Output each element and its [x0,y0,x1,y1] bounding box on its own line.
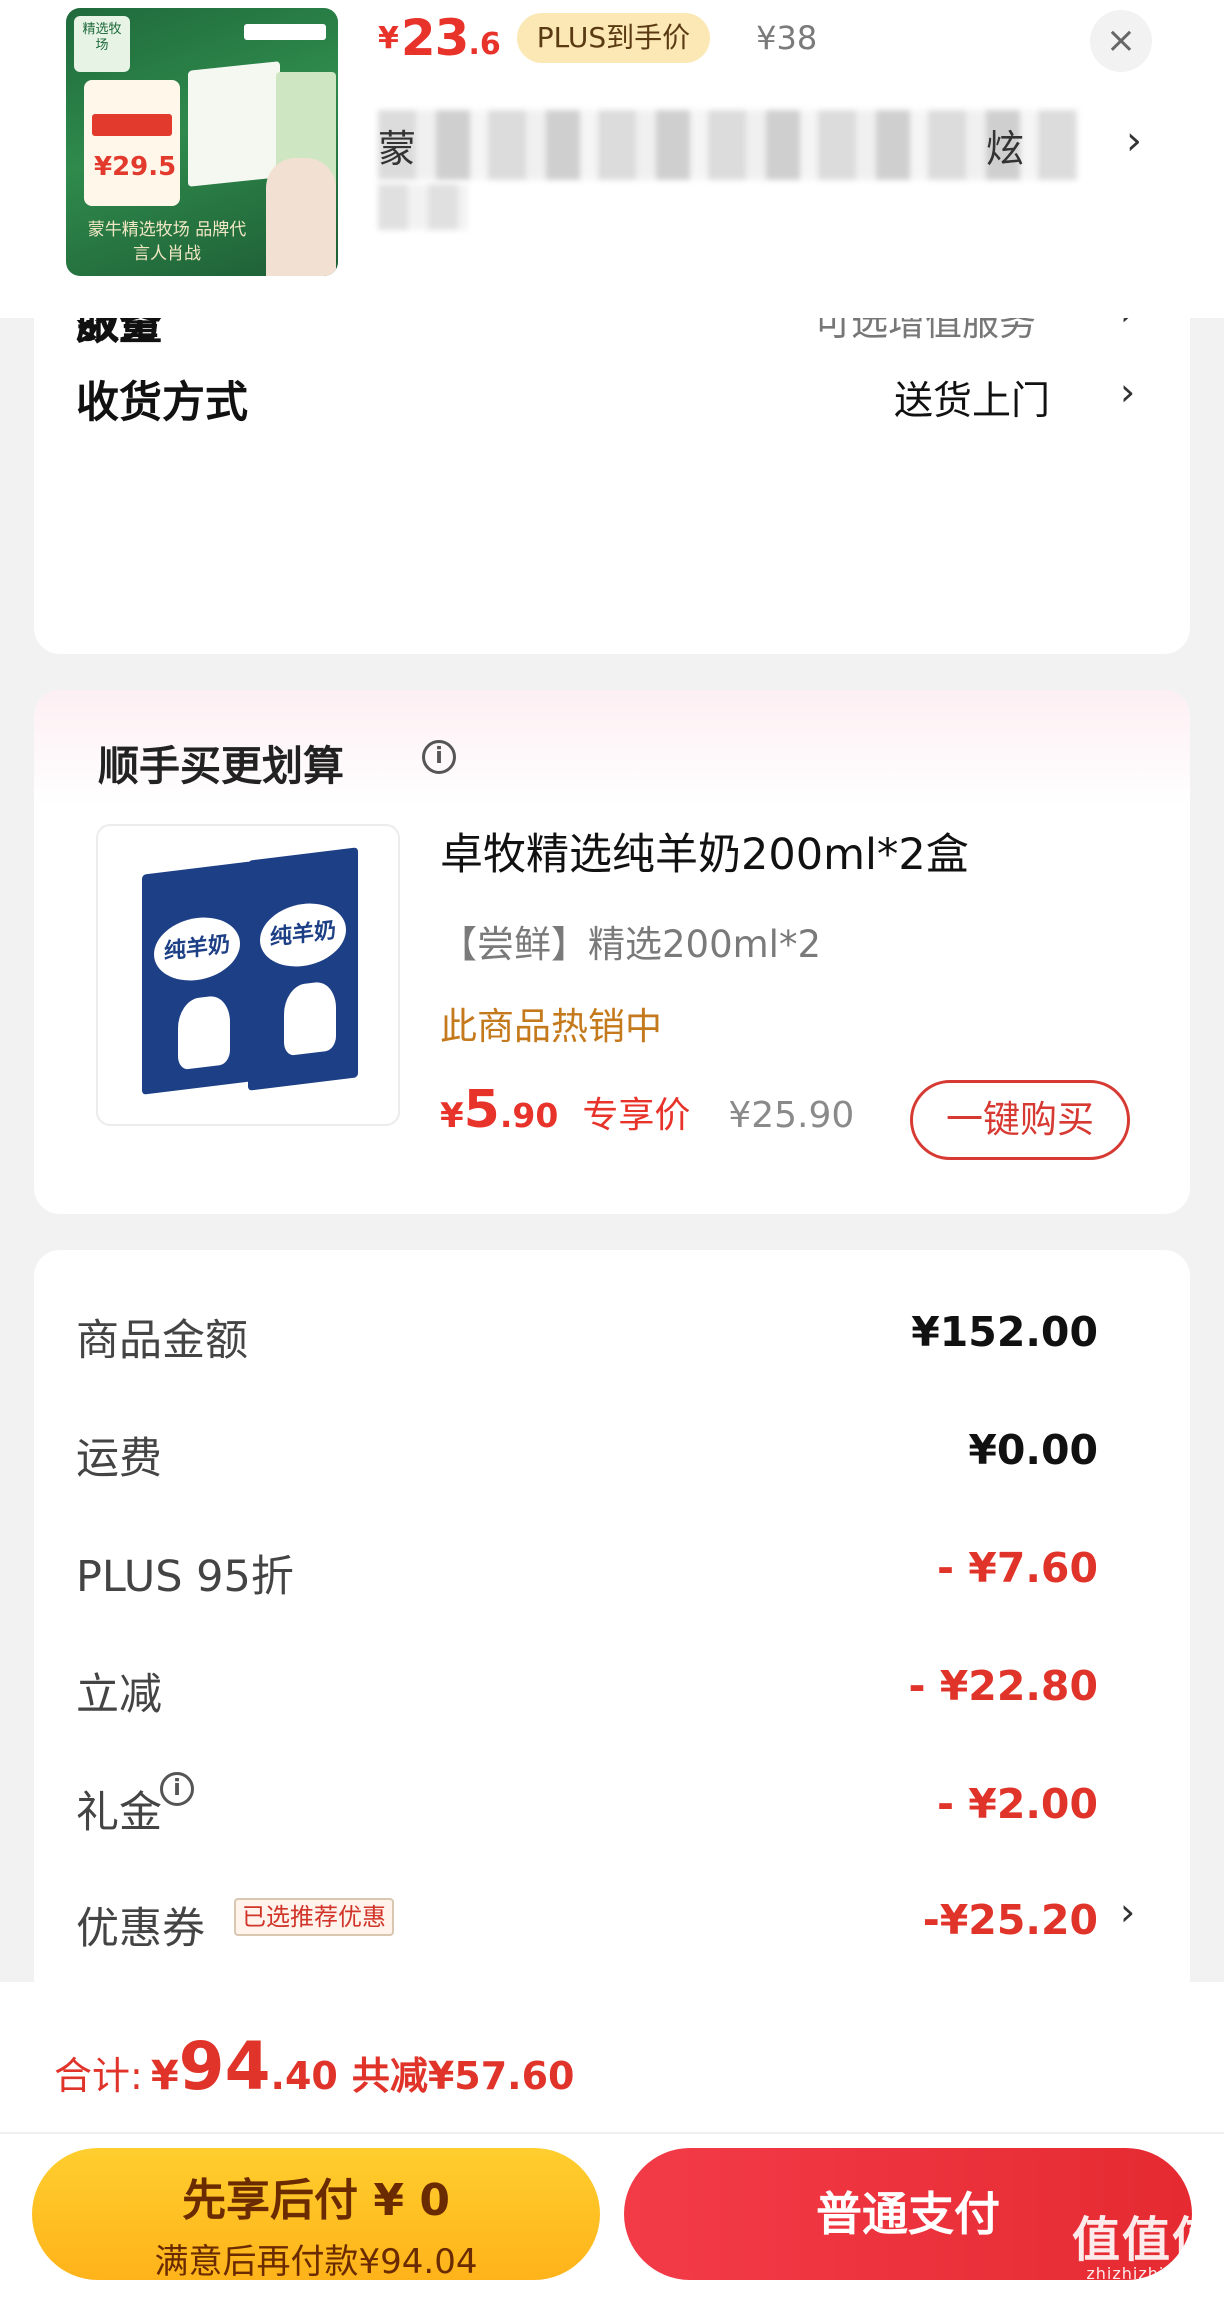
goat-icon [178,993,230,1071]
delivery-value[interactable]: 送货上门 [894,370,1050,426]
thumbnail-milk-box [188,61,280,187]
amount-row-label: 礼金 [76,1788,162,1838]
pay-later-label: 先享后付 ¥ 0 [182,2175,450,2226]
total-row: 合计: ¥ 94 .40 共减¥57.60 [54,2028,574,2105]
thumbnail-slogan: 蒙牛精选牧场 品牌代言人肖战 [87,220,247,264]
product-title-start: 蒙 [378,127,417,171]
amount-row-value: - ¥2.00 [937,1780,1098,1828]
upsell-original-price: ¥25.90 [728,1095,855,1136]
upsell-title: 顺手买更划算 [98,742,344,790]
amount-row-label: 运费 [76,1434,162,1484]
footer-divider [0,2132,1224,2134]
total-integer: 94 [178,2028,271,2105]
goat-milk-pack-icon: 纯羊奶 [248,847,358,1091]
upsell-product-image[interactable]: 纯羊奶 纯羊奶 [96,824,400,1126]
goat-milk-pack-icon: 纯羊奶 [142,861,252,1095]
amount-row-value: - ¥22.80 [908,1662,1098,1710]
product-title-blurred-line2 [378,184,468,230]
one-click-buy-button[interactable]: 一键购买 [910,1080,1130,1160]
close-icon[interactable]: × [1090,10,1152,72]
info-icon[interactable]: i [160,1772,194,1806]
product-thumbnail[interactable]: 精选牧场 ¥29.5 蒙牛精选牧场 品牌代言人肖战 [66,8,338,276]
upsell-card: 顺手买更划算 i 纯羊奶 纯羊奶 卓牧精选纯羊奶200ml*2盒 【尝鲜】精选2… [34,690,1190,1214]
site-watermark: 值值值 zhizhizhi.com [1072,2200,1222,2283]
pay-later-sublabel: 满意后再付款¥94.04 [154,2242,478,2282]
watermark-text: 值值值 [1072,2212,1223,2268]
delivery-label: 收货方式 [76,378,248,428]
info-icon[interactable]: i [422,740,456,774]
upsell-product-spec: 【尝鲜】精选200ml*2 [440,923,821,966]
amount-row-label: 商品金额 [76,1316,248,1366]
total-decimal: .40 [270,2054,338,2098]
header-original-price: ¥38 [756,19,818,57]
pack-label: 纯羊奶 [154,912,240,986]
upsell-price-decimal: .90 [499,1096,559,1135]
product-title-end: 炫 [986,127,1025,171]
amount-row-label: PLUS 95折 [76,1552,294,1602]
product-title-blurred[interactable] [378,110,1078,180]
thumbnail-top-tag [244,24,326,40]
amount-row-label: 立减 [76,1670,162,1720]
coupon-value[interactable]: -¥25.20 [880,1896,1098,1944]
header-price-decimal: .6 [468,26,501,62]
thumbnail-promo-card: ¥29.5 [84,80,180,206]
amount-row-value: - ¥7.60 [937,1544,1098,1592]
upsell-price-tag: 专享价 [582,1095,691,1136]
plus-price-badge: PLUS到手价 [516,13,711,63]
coupon-selected-tag: 已选推荐优惠 [234,1898,394,1936]
amount-row-value: ¥152.00 [911,1308,1098,1356]
upsell-price-symbol: ¥ [440,1096,464,1136]
coupon-label: 优惠券 [76,1904,205,1954]
total-saved: 共减¥57.60 [351,2054,575,2098]
amount-row-value: ¥0.00 [968,1426,1098,1474]
checkout-footer: 合计: ¥ 94 .40 共减¥57.60 先享后付 ¥ 0 满意后再付款¥94… [0,1982,1224,2299]
header-price-row: ¥ 23 .6 PLUS到手价 ¥38 [378,8,817,68]
thumbnail-spokesperson [266,158,336,276]
total-label: 合计: [54,2054,143,2098]
watermark-url: zhizhizhi.com [1086,2264,1208,2283]
goat-icon [284,979,336,1057]
header-price-symbol: ¥ [378,20,399,56]
chevron-right-icon[interactable]: › [1120,370,1135,414]
upsell-price-row: ¥ 5 .90 专享价 ¥25.90 [440,1080,854,1140]
thumbnail-promo-price: ¥29.5 [94,152,177,182]
chevron-right-icon[interactable]: › [1126,118,1142,164]
product-header: 精选牧场 ¥29.5 蒙牛精选牧场 品牌代言人肖战 ¥ 23 .6 PLUS到手… [0,0,1224,318]
thumbnail-red-strip [92,114,172,136]
upsell-product-name[interactable]: 卓牧精选纯羊奶200ml*2盒 [440,820,969,882]
thumbnail-brand-tag: 精选牧场 [74,16,130,72]
chevron-right-icon[interactable]: › [1120,1890,1135,1934]
pay-later-button[interactable]: 先享后付 ¥ 0 满意后再付款¥94.04 [32,2148,600,2282]
pack-label: 纯羊奶 [260,898,346,972]
header-price-integer: 23 [400,9,470,67]
upsell-price-integer: 5 [463,1080,500,1140]
upsell-hot-label: 此商品热销中 [440,1005,662,1048]
total-symbol: ¥ [150,2053,179,2099]
